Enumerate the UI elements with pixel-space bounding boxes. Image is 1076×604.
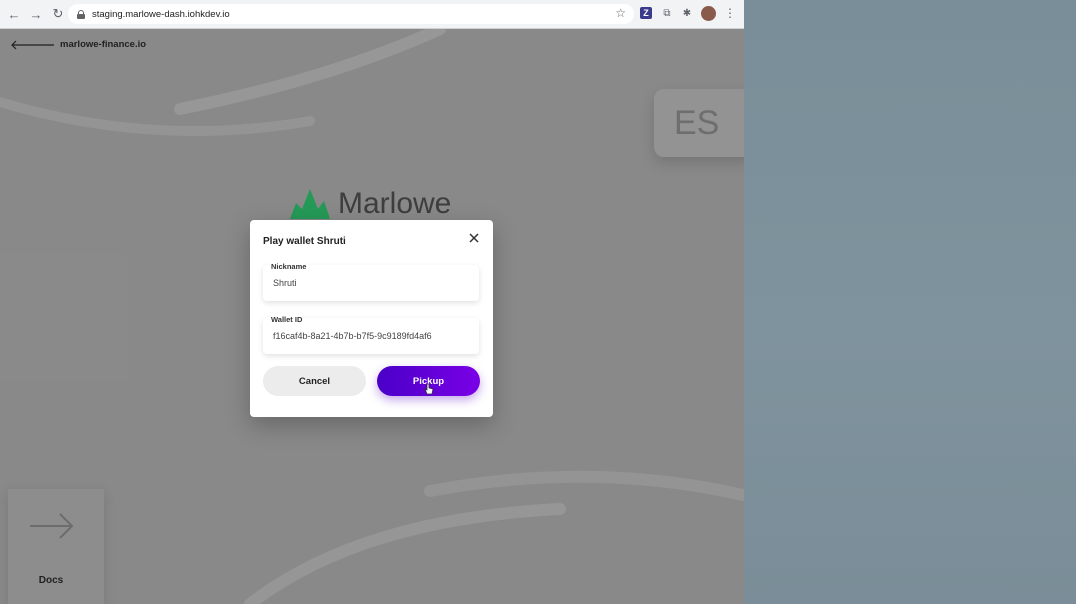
reload-icon[interactable]: ↻ (48, 4, 68, 24)
desktop-background (744, 0, 1076, 604)
nickname-label: Nickname (270, 262, 308, 271)
nickname-field: Nickname (263, 262, 479, 301)
extensions-puzzle-icon[interactable]: ✱ (680, 6, 694, 20)
url-text[interactable]: staging.marlowe-dash.iohkdev.io (92, 9, 230, 20)
hand-cursor-icon (424, 383, 434, 395)
profile-avatar[interactable] (701, 6, 716, 21)
extension-icon[interactable]: ⧉ (660, 6, 674, 20)
close-icon[interactable] (468, 232, 480, 244)
nickname-input[interactable] (273, 278, 473, 288)
wallet-id-field: Wallet ID (263, 315, 479, 354)
browser-menu-icon[interactable]: ⋮ (724, 6, 736, 20)
lock-icon (77, 9, 85, 19)
address-bar[interactable]: staging.marlowe-dash.iohkdev.io ☆ (68, 4, 634, 24)
dialog-title: Play wallet Shruti (263, 236, 346, 247)
wallet-id-input[interactable] (273, 331, 473, 341)
wallet-id-label: Wallet ID (270, 315, 304, 324)
bookmark-star-icon[interactable]: ☆ (615, 6, 626, 20)
browser-toolbar: ← → ↻ staging.marlowe-dash.iohkdev.io ☆ … (0, 0, 744, 29)
extension-z-icon[interactable]: Z (640, 7, 652, 19)
cancel-button[interactable]: Cancel (263, 366, 366, 396)
back-icon[interactable]: ← (4, 4, 24, 24)
forward-icon[interactable]: → (26, 4, 46, 24)
play-wallet-dialog: Play wallet Shruti Nickname Wallet ID Ca… (250, 220, 493, 417)
